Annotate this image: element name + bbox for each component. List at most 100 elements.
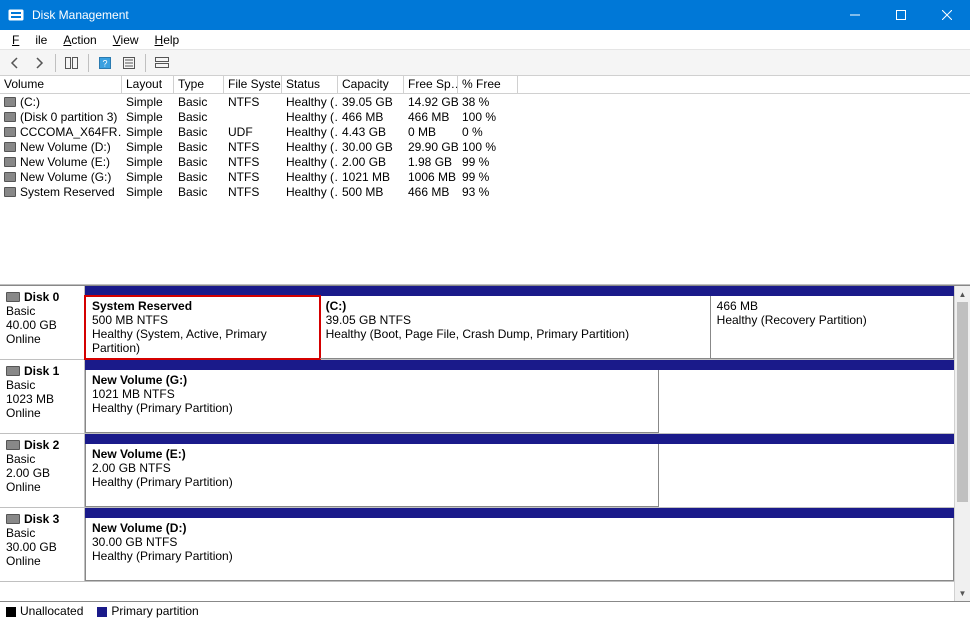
partition[interactable]: System Reserved500 MB NTFSHealthy (Syste… — [85, 296, 320, 359]
disk-partitions: New Volume (D:)30.00 GB NTFSHealthy (Pri… — [85, 508, 954, 581]
primary-swatch-icon — [97, 607, 107, 617]
volume-row[interactable]: CCCOMA_X64FR…SimpleBasicUDFHealthy (…4.4… — [0, 124, 970, 139]
volume-row[interactable]: (C:)SimpleBasicNTFSHealthy (…39.05 GB14.… — [0, 94, 970, 109]
layout-button[interactable] — [151, 52, 173, 74]
volume-row[interactable]: New Volume (D:)SimpleBasicNTFSHealthy (…… — [0, 139, 970, 154]
disk-info[interactable]: Disk 2Basic2.00 GBOnline — [0, 434, 85, 507]
volume-type: Basic — [174, 185, 224, 199]
disk: Disk 2Basic2.00 GBOnlineNew Volume (E:)2… — [0, 434, 954, 508]
disk-status: Online — [6, 480, 78, 494]
panes-icon — [65, 57, 79, 69]
disk-info[interactable]: Disk 0Basic40.00 GBOnline — [0, 286, 85, 359]
volume-status: Healthy (… — [282, 140, 338, 154]
partition[interactable]: New Volume (E:)2.00 GB NTFSHealthy (Prim… — [85, 444, 659, 507]
scroll-down-icon[interactable]: ▼ — [955, 585, 970, 601]
partition-size: 39.05 GB NTFS — [326, 313, 704, 327]
col-type[interactable]: Type — [174, 76, 224, 93]
volume-layout: Simple — [122, 170, 174, 184]
forward-button[interactable] — [28, 52, 50, 74]
col-status[interactable]: Status — [282, 76, 338, 93]
col-freespace[interactable]: Free Sp… — [404, 76, 458, 93]
back-button[interactable] — [4, 52, 26, 74]
scroll-up-icon[interactable]: ▲ — [955, 286, 970, 302]
volume-row[interactable]: New Volume (E:)SimpleBasicNTFSHealthy (…… — [0, 154, 970, 169]
volume-row[interactable]: New Volume (G:)SimpleBasicNTFSHealthy (…… — [0, 169, 970, 184]
maximize-button[interactable] — [878, 0, 924, 30]
disk-type: Basic — [6, 526, 78, 540]
refresh-button[interactable] — [61, 52, 83, 74]
properties-button[interactable] — [118, 52, 140, 74]
help-icon: ? — [99, 57, 111, 69]
help-button[interactable]: ? — [94, 52, 116, 74]
col-volume[interactable]: Volume — [0, 76, 122, 93]
menu-file[interactable]: File — [4, 32, 55, 48]
list-icon — [123, 57, 135, 69]
disk-type: Basic — [6, 452, 78, 466]
partition[interactable]: New Volume (D:)30.00 GB NTFSHealthy (Pri… — [85, 518, 954, 581]
volume-status: Healthy (… — [282, 95, 338, 109]
volume-capacity: 2.00 GB — [338, 155, 404, 169]
menu-action[interactable]: Action — [55, 32, 104, 48]
volume-fs: NTFS — [224, 95, 282, 109]
disk-size: 1023 MB — [6, 392, 78, 406]
partition-name: New Volume (D:) — [92, 521, 947, 535]
disk-status: Online — [6, 332, 78, 346]
partition[interactable]: New Volume (G:)1021 MB NTFSHealthy (Prim… — [85, 370, 659, 433]
toolbar-separator — [55, 54, 56, 72]
disk-name: Disk 1 — [24, 364, 59, 378]
menu-help[interactable]: Help — [147, 32, 188, 48]
disk: Disk 1Basic1023 MBOnlineNew Volume (G:)1… — [0, 360, 954, 434]
partition-size: 500 MB NTFS — [92, 313, 313, 327]
arrow-right-icon — [33, 57, 45, 69]
volume-capacity: 1021 MB — [338, 170, 404, 184]
partition-status: Healthy (Primary Partition) — [92, 401, 652, 415]
volume-pct: 100 % — [458, 140, 518, 154]
volume-name: (C:) — [20, 95, 40, 109]
disk-info[interactable]: Disk 3Basic30.00 GBOnline — [0, 508, 85, 581]
volume-fs: UDF — [224, 125, 282, 139]
volume-type: Basic — [174, 125, 224, 139]
close-button[interactable] — [924, 0, 970, 30]
disk-type: Basic — [6, 304, 78, 318]
volume-rows: (C:)SimpleBasicNTFSHealthy (…39.05 GB14.… — [0, 94, 970, 199]
minimize-button[interactable] — [832, 0, 878, 30]
disk-stripe — [85, 360, 954, 370]
volume-layout: Simple — [122, 125, 174, 139]
volume-name: CCCOMA_X64FR… — [20, 125, 122, 139]
volume-pct: 93 % — [458, 185, 518, 199]
scrollbar[interactable]: ▲ ▼ — [954, 286, 970, 601]
app-icon — [8, 7, 24, 23]
volume-header: Volume Layout Type File System Status Ca… — [0, 76, 970, 94]
partition-size: 2.00 GB NTFS — [92, 461, 652, 475]
legend: Unallocated Primary partition — [0, 602, 970, 620]
menu-view[interactable]: View — [105, 32, 147, 48]
volume-list: Volume Layout Type File System Status Ca… — [0, 76, 970, 285]
volume-layout: Simple — [122, 140, 174, 154]
volume-type: Basic — [174, 170, 224, 184]
volume-status: Healthy (… — [282, 110, 338, 124]
disk-icon — [6, 366, 20, 376]
partition-name: New Volume (G:) — [92, 373, 652, 387]
volume-fs: NTFS — [224, 170, 282, 184]
col-capacity[interactable]: Capacity — [338, 76, 404, 93]
col-pctfree[interactable]: % Free — [458, 76, 518, 93]
arrow-left-icon — [9, 57, 21, 69]
drive-icon — [4, 97, 16, 107]
disk-status: Online — [6, 406, 78, 420]
partition[interactable]: (C:)39.05 GB NTFSHealthy (Boot, Page Fil… — [320, 296, 711, 359]
volume-fs: NTFS — [224, 155, 282, 169]
volume-free: 1.98 GB — [404, 155, 458, 169]
legend-unallocated: Unallocated — [6, 604, 83, 618]
toolbar-separator — [88, 54, 89, 72]
partition-status: Healthy (Primary Partition) — [92, 549, 947, 563]
disk-info[interactable]: Disk 1Basic1023 MBOnline — [0, 360, 85, 433]
volume-status: Healthy (… — [282, 155, 338, 169]
disk-name: Disk 0 — [24, 290, 59, 304]
col-layout[interactable]: Layout — [122, 76, 174, 93]
partition[interactable]: 466 MBHealthy (Recovery Partition) — [711, 296, 954, 359]
scroll-thumb[interactable] — [957, 302, 968, 502]
drive-icon — [4, 187, 16, 197]
volume-row[interactable]: (Disk 0 partition 3)SimpleBasicHealthy (… — [0, 109, 970, 124]
volume-row[interactable]: System ReservedSimpleBasicNTFSHealthy (…… — [0, 184, 970, 199]
col-filesystem[interactable]: File System — [224, 76, 282, 93]
